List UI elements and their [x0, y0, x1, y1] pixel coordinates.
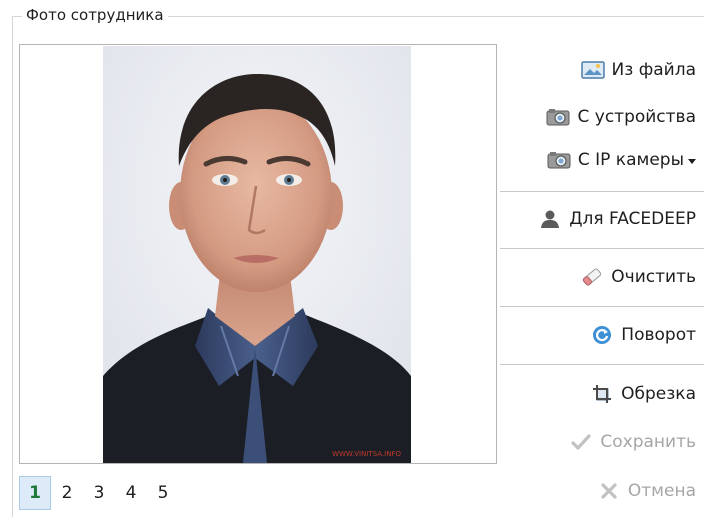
photo-watermark: WWW.VINITSA.INFO [332, 450, 401, 458]
separator [500, 248, 704, 249]
cancel-label: Отмена [627, 481, 696, 501]
from-ip-camera-button[interactable]: С IP камеры [500, 142, 704, 178]
save-button[interactable]: Сохранить [500, 423, 704, 461]
from-device-button[interactable]: С устройства [500, 99, 704, 135]
camera-icon [546, 106, 570, 128]
for-facedeep-label: Для FACEDEEP [569, 209, 696, 229]
from-device-label: С устройства [577, 107, 696, 127]
rotate-button[interactable]: Поворот [500, 316, 704, 354]
separator [500, 364, 704, 365]
person-icon [538, 208, 562, 230]
clear-button[interactable]: Очистить [500, 258, 704, 296]
crop-label: Обрезка [621, 384, 696, 404]
page-4[interactable]: 4 [115, 476, 147, 510]
camera-icon [547, 149, 571, 171]
page-5[interactable]: 5 [147, 476, 179, 510]
rotate-label: Поворот [621, 325, 696, 345]
chevron-down-icon [688, 158, 696, 164]
close-icon [597, 480, 621, 502]
group-box-title: Фото сотрудника [22, 5, 168, 25]
page-2[interactable]: 2 [51, 476, 83, 510]
employee-photo: WWW.VINITSA.INFO [103, 46, 411, 463]
save-label: Сохранить [600, 432, 696, 452]
employee-photo-panel: Фото сотрудника WWW.VINITSA.INFO 1 2 3 4… [0, 0, 704, 517]
crop-icon [590, 383, 614, 405]
separator [500, 191, 704, 192]
eraser-icon [580, 266, 604, 288]
for-facedeep-button[interactable]: Для FACEDEEP [500, 200, 704, 238]
photo-pager: 1 2 3 4 5 [19, 475, 179, 511]
page-1[interactable]: 1 [19, 476, 51, 510]
separator [500, 306, 704, 307]
page-3[interactable]: 3 [83, 476, 115, 510]
checkmark-icon [569, 431, 593, 453]
photo-viewport[interactable]: WWW.VINITSA.INFO [19, 44, 497, 464]
from-file-button[interactable]: Из файла [500, 52, 704, 88]
crop-button[interactable]: Обрезка [500, 375, 704, 413]
clear-label: Очистить [611, 267, 696, 287]
from-ip-camera-label: С IP камеры [577, 150, 684, 170]
rotate-icon [590, 324, 614, 346]
cancel-button[interactable]: Отмена [500, 472, 704, 510]
image-file-icon [580, 59, 605, 81]
from-file-label: Из файла [611, 60, 696, 80]
